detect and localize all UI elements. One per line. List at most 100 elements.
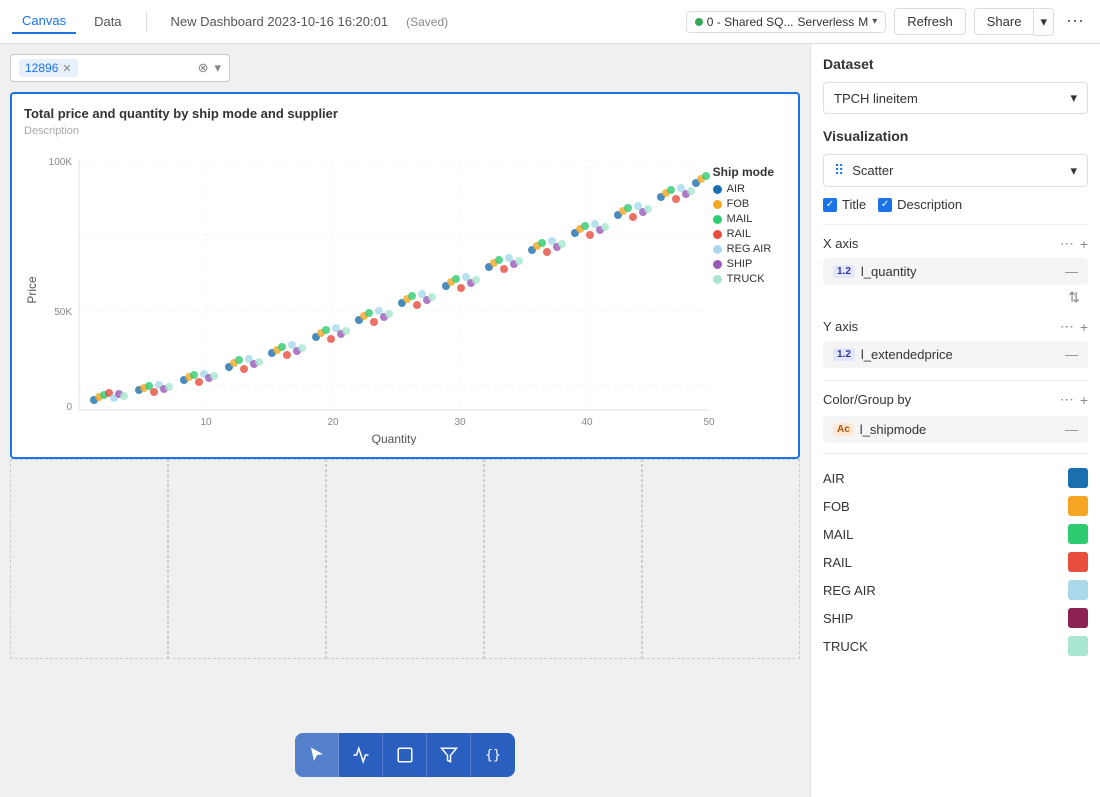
chart-tool-button[interactable] bbox=[339, 733, 383, 777]
search-tag-close[interactable]: ✕ bbox=[62, 62, 71, 75]
x-axis-title: X axis bbox=[823, 236, 858, 251]
color-label-air: AIR bbox=[823, 471, 845, 486]
color-field-name: l_shipmode bbox=[860, 422, 1059, 437]
chart-title: Total price and quantity by ship mode an… bbox=[24, 106, 786, 121]
svg-text:50: 50 bbox=[703, 417, 715, 428]
saved-status: (Saved) bbox=[406, 15, 448, 29]
title-checkbox[interactable]: ✓ bbox=[823, 198, 837, 212]
svg-text:10: 10 bbox=[200, 417, 212, 428]
dataset-section-title: Dataset bbox=[823, 56, 1088, 72]
color-group-more-button[interactable]: ⋯ bbox=[1060, 391, 1074, 408]
color-label-fob: FOB bbox=[823, 499, 850, 514]
color-field-remove-button[interactable]: — bbox=[1065, 422, 1078, 437]
y-field-name: l_extendedprice bbox=[861, 347, 1059, 362]
divider-3 bbox=[823, 453, 1088, 454]
color-swatch-rail[interactable] bbox=[1068, 552, 1088, 572]
y-axis-header: Y axis ⋯ + bbox=[823, 318, 1088, 335]
grid-cell-1 bbox=[10, 459, 168, 659]
x-field-type: 1.2 bbox=[833, 265, 855, 278]
canvas-area: 12896 ✕ ⊗ ▾ Total price and quantity by … bbox=[0, 44, 810, 797]
chevron-down-icon: ▾ bbox=[1070, 90, 1077, 106]
color-item-air: AIR bbox=[823, 464, 1088, 492]
x-axis-field: 1.2 l_quantity — bbox=[823, 258, 1088, 285]
dashboard-title: New Dashboard 2023-10-16 16:20:01 bbox=[171, 14, 389, 29]
size-label: M bbox=[858, 15, 868, 29]
y-field-remove-button[interactable]: — bbox=[1065, 347, 1078, 362]
select-tool-button[interactable] bbox=[295, 733, 339, 777]
legend-title: Ship mode bbox=[713, 165, 774, 179]
color-item-truck: TRUCK bbox=[823, 632, 1088, 660]
bottom-toolbar: {} bbox=[295, 733, 515, 777]
swap-axes-icon[interactable]: ⇅ bbox=[823, 289, 1088, 306]
color-group-title: Color/Group by bbox=[823, 392, 911, 407]
description-checkbox[interactable]: ✓ bbox=[878, 198, 892, 212]
filter-tool-button[interactable] bbox=[427, 733, 471, 777]
svg-text:40: 40 bbox=[581, 417, 593, 428]
search-clear-icon[interactable]: ⊗ bbox=[198, 60, 209, 76]
share-dropdown-button[interactable]: ▾ bbox=[1033, 8, 1054, 36]
scatter-icon: ⠿ bbox=[834, 162, 844, 179]
legend-item-truck: TRUCK bbox=[713, 273, 774, 285]
chevron-down-icon-viz: ▾ bbox=[1070, 163, 1077, 179]
color-swatch-air[interactable] bbox=[1068, 468, 1088, 488]
y-axis-title: Y axis bbox=[823, 319, 858, 334]
tab-canvas[interactable]: Canvas bbox=[12, 9, 76, 34]
legend-color-fob bbox=[713, 200, 722, 209]
divider-1 bbox=[823, 224, 1088, 225]
serverless-label: Serverless bbox=[798, 15, 855, 29]
color-label-mail: MAIL bbox=[823, 527, 853, 542]
grid-cell-2 bbox=[168, 459, 326, 659]
app-header: Canvas Data New Dashboard 2023-10-16 16:… bbox=[0, 0, 1100, 44]
legend-color-rail bbox=[713, 230, 722, 239]
color-group-field: Ac l_shipmode — bbox=[823, 416, 1088, 443]
status-badge[interactable]: 0 - Shared SQ... Serverless M ▾ bbox=[686, 11, 886, 33]
divider bbox=[146, 12, 147, 32]
legend-item-air: AIR bbox=[713, 183, 774, 195]
share-button[interactable]: Share bbox=[974, 8, 1034, 35]
description-checkbox-item[interactable]: ✓ Description bbox=[878, 197, 962, 212]
search-bar[interactable]: 12896 ✕ ⊗ ▾ bbox=[10, 54, 230, 82]
color-swatch-regair[interactable] bbox=[1068, 580, 1088, 600]
x-field-remove-button[interactable]: — bbox=[1065, 264, 1078, 279]
search-dropdown-icon[interactable]: ▾ bbox=[214, 60, 221, 76]
color-item-ship: SHIP bbox=[823, 604, 1088, 632]
color-group-section: Color/Group by ⋯ + Ac l_shipmode — AIR F… bbox=[823, 391, 1088, 660]
legend-label-ship: SHIP bbox=[727, 258, 753, 270]
search-tag: 12896 ✕ bbox=[19, 59, 78, 77]
legend-item-mail: MAIL bbox=[713, 213, 774, 225]
title-check-label: Title bbox=[842, 197, 866, 212]
color-swatch-ship[interactable] bbox=[1068, 608, 1088, 628]
color-item-regair: REG AIR bbox=[823, 576, 1088, 604]
x-axis-add-button[interactable]: + bbox=[1080, 236, 1088, 252]
x-axis-more-button[interactable]: ⋯ bbox=[1060, 235, 1074, 252]
code-tool-button[interactable]: {} bbox=[471, 733, 515, 777]
status-text: 0 - Shared SQ... bbox=[707, 15, 794, 29]
more-options-button[interactable]: ⋯ bbox=[1062, 7, 1088, 36]
color-item-rail: RAIL bbox=[823, 548, 1088, 576]
right-panel: Dataset TPCH lineitem ▾ Visualization ⠿ … bbox=[810, 44, 1100, 797]
color-label-truck: TRUCK bbox=[823, 639, 868, 654]
share-button-group: Share ▾ bbox=[974, 8, 1054, 36]
svg-text:20: 20 bbox=[327, 417, 339, 428]
color-swatch-fob[interactable] bbox=[1068, 496, 1088, 516]
legend-label-regair: REG AIR bbox=[727, 243, 772, 255]
tab-data[interactable]: Data bbox=[84, 10, 131, 33]
color-group-add-button[interactable]: + bbox=[1080, 392, 1088, 408]
color-label-ship: SHIP bbox=[823, 611, 853, 626]
color-field-type: Ac bbox=[833, 423, 854, 436]
color-swatch-mail[interactable] bbox=[1068, 524, 1088, 544]
viz-type-select[interactable]: ⠿ Scatter ▾ bbox=[823, 154, 1088, 187]
visualization-section-title: Visualization bbox=[823, 128, 1088, 144]
title-checkbox-item[interactable]: ✓ Title bbox=[823, 197, 866, 212]
color-item-fob: FOB bbox=[823, 492, 1088, 520]
legend-item-rail: RAIL bbox=[713, 228, 774, 240]
chevron-down-icon: ▾ bbox=[872, 16, 877, 27]
divider-2 bbox=[823, 380, 1088, 381]
y-axis-more-button[interactable]: ⋯ bbox=[1060, 318, 1074, 335]
color-swatch-truck[interactable] bbox=[1068, 636, 1088, 656]
box-tool-button[interactable] bbox=[383, 733, 427, 777]
dataset-select[interactable]: TPCH lineitem ▾ bbox=[823, 82, 1088, 114]
color-label-rail: RAIL bbox=[823, 555, 852, 570]
refresh-button[interactable]: Refresh bbox=[894, 8, 966, 35]
y-axis-add-button[interactable]: + bbox=[1080, 319, 1088, 335]
